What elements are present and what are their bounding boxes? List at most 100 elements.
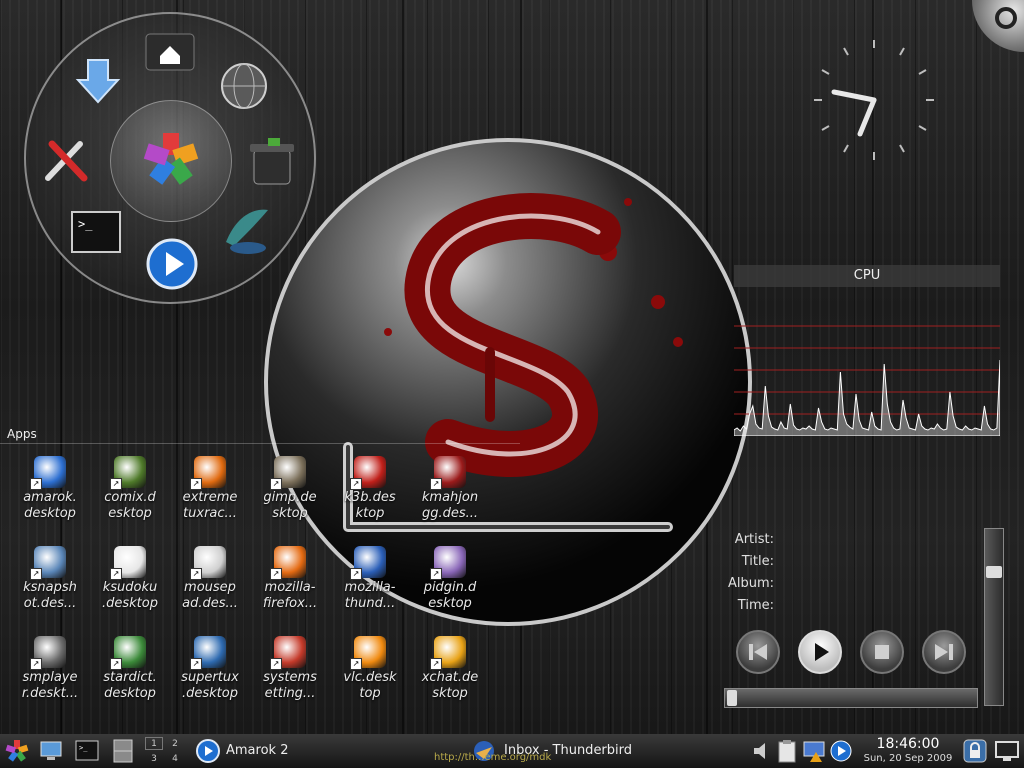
task-amarok-label: Amarok 2 [226, 743, 289, 758]
task-amarok[interactable]: Amarok 2 [196, 737, 346, 765]
cpu-usage-graph [734, 325, 1000, 436]
play-button[interactable] [798, 630, 842, 674]
digital-clock-date[interactable]: Sun, 20 Sep 2009 [862, 753, 954, 764]
analog-clock [812, 38, 936, 162]
app-label: systems etting... [263, 670, 317, 701]
monitor-icon [40, 741, 62, 760]
cpu-usage-line [734, 359, 1000, 436]
folder-view-divider [0, 443, 520, 444]
app-icon-item[interactable]: ↗ mousep ad.des... [170, 546, 250, 634]
app-icon-item[interactable]: ↗ supertux .desktop [170, 636, 250, 724]
trash-icon[interactable] [244, 134, 300, 190]
app-label: pidgin.d esktop [423, 580, 477, 611]
title-label: Title: [741, 554, 774, 569]
launcher-ring: >_ [24, 12, 316, 304]
pager-desktop-4[interactable]: 4 [166, 752, 184, 765]
network-tray-icon[interactable] [802, 738, 826, 764]
leave-button[interactable] [994, 738, 1020, 764]
app-icon-item[interactable]: ↗ pidgin.d esktop [410, 546, 490, 634]
app-icon-item[interactable]: ↗ ksnapsh ot.des... [10, 546, 90, 634]
next-icon [935, 644, 953, 660]
media-player-icon [830, 740, 852, 762]
volume-handle[interactable] [986, 566, 1002, 579]
tools-icon[interactable] [38, 132, 94, 188]
pager-desktop-2[interactable]: 2 [166, 737, 184, 750]
pager-desktop-3[interactable]: 3 [145, 752, 163, 765]
cpu-widget-title: CPU [734, 265, 1000, 287]
shortcut-arrow-icon: ↗ [350, 478, 362, 490]
desktop-toolbox-button[interactable] [972, 0, 1024, 52]
app-icon-item[interactable]: ↗ gimp.de sktop [250, 456, 330, 544]
app-icon-item[interactable]: ↗ mozilla- firefox... [250, 546, 330, 634]
terminal-launcher[interactable]: >_ [74, 738, 100, 764]
clipboard-tray-icon[interactable] [776, 738, 798, 764]
shortcut-arrow-icon: ↗ [110, 658, 122, 670]
app-icon-item[interactable]: ↗ stardict. desktop [90, 636, 170, 724]
pager-desktop-1[interactable]: 1 [145, 737, 163, 750]
app-icon-item[interactable]: ↗ mozilla- thund... [330, 546, 410, 634]
album-label: Album: [727, 576, 774, 591]
app-icon-item[interactable]: ↗ smplaye r.deskt... [10, 636, 90, 724]
amarok-tray-icon[interactable] [830, 738, 852, 764]
app-icon-item[interactable]: ↗ k3b.des ktop [330, 456, 410, 544]
home-folder-icon[interactable] [142, 22, 198, 78]
download-icon[interactable] [70, 54, 126, 110]
stop-button[interactable] [860, 630, 904, 674]
shortcut-arrow-icon: ↗ [30, 658, 42, 670]
app-label: extreme tuxrac... [182, 490, 238, 521]
volume-tray-icon[interactable] [752, 738, 772, 764]
stop-icon [875, 645, 889, 659]
cashew-icon [995, 7, 1017, 29]
app-icon-item[interactable]: ↗ xchat.de sktop [410, 636, 490, 724]
app-label: comix.d esktop [104, 490, 156, 521]
seek-slider[interactable] [724, 688, 978, 708]
app-icon-item[interactable]: ↗ systems etting... [250, 636, 330, 724]
shortcut-arrow-icon: ↗ [270, 568, 282, 580]
seek-handle[interactable] [727, 690, 737, 706]
volume-slider[interactable] [984, 528, 1004, 706]
app-icon-item[interactable]: ↗ kmahjon gg.des... [410, 456, 490, 544]
kickoff-menu-button[interactable] [4, 738, 30, 764]
shortcut-arrow-icon: ↗ [350, 568, 362, 580]
app-label: gimp.de sktop [263, 490, 317, 521]
app-icon-item[interactable]: ↗ ksudoku .desktop [90, 546, 170, 634]
globe-icon[interactable] [216, 58, 272, 114]
launcher-center[interactable] [110, 100, 232, 222]
digital-clock-time[interactable]: 18:46:00 [862, 736, 954, 752]
shortcut-arrow-icon: ↗ [190, 658, 202, 670]
app-icon-item[interactable]: ↗ vlc.desk top [330, 636, 410, 724]
folder-view-title: Apps [7, 427, 37, 441]
svg-text:>_: >_ [78, 217, 93, 231]
previous-track-button[interactable] [736, 630, 780, 674]
app-label: ksudoku .desktop [102, 580, 158, 611]
shortcut-arrow-icon: ↗ [190, 568, 202, 580]
app-icon-item[interactable]: ↗ amarok. desktop [10, 456, 90, 544]
file-manager-launcher[interactable] [110, 738, 136, 764]
shortcut-arrow-icon: ↗ [350, 658, 362, 670]
terminal-icon[interactable]: >_ [68, 206, 124, 262]
svg-text:>_: >_ [79, 744, 88, 752]
media-player-icon[interactable] [144, 236, 200, 292]
app-label: smplaye r.deskt... [21, 670, 79, 701]
show-desktop-button[interactable] [38, 738, 64, 764]
lock-icon [963, 739, 987, 763]
computer-icon [995, 741, 1019, 761]
app-label: amarok. desktop [23, 490, 77, 521]
shortcut-arrow-icon: ↗ [270, 478, 282, 490]
shortcut-arrow-icon: ↗ [30, 478, 42, 490]
shortcut-arrow-icon: ↗ [430, 568, 442, 580]
artist-label: Artist: [734, 532, 774, 547]
lock-screen-button[interactable] [962, 738, 988, 764]
app-icon-item[interactable]: ↗ comix.d esktop [90, 456, 170, 544]
shortcut-arrow-icon: ↗ [110, 478, 122, 490]
next-track-button[interactable] [922, 630, 966, 674]
app-icon-item[interactable]: ↗ extreme tuxrac... [170, 456, 250, 544]
app-label: stardict. desktop [103, 670, 157, 701]
wing-icon[interactable] [218, 202, 274, 258]
app-label: supertux .desktop [181, 670, 239, 701]
file-cabinet-icon [113, 739, 133, 763]
terminal-icon: >_ [75, 740, 99, 761]
app-label: mousep ad.des... [182, 580, 238, 611]
shortcut-arrow-icon: ↗ [430, 478, 442, 490]
network-icon [803, 741, 825, 762]
